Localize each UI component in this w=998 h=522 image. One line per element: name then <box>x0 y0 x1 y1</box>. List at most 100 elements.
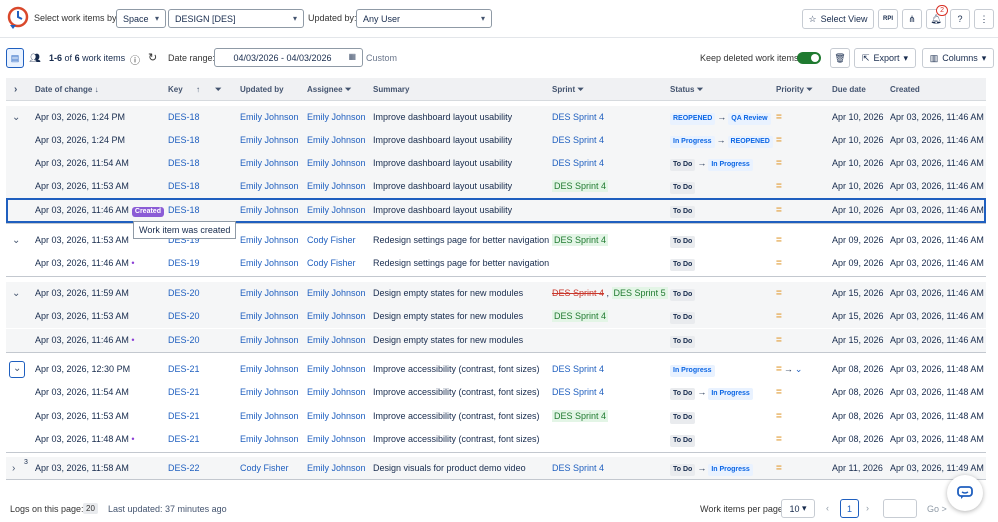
group-view-button[interactable]: 👥︎ <box>26 48 44 68</box>
assignee-link[interactable]: Emily Johnson <box>307 106 366 129</box>
sprint-link[interactable]: DES Sprint 4 <box>552 310 609 322</box>
col-due-date[interactable]: Due date <box>832 78 866 101</box>
table-row[interactable]: ⌄ Apr 03, 2026, 11:59 AM DES-20 Emily Johns… <box>6 282 986 305</box>
updated-by-link[interactable]: Emily Johnson <box>240 329 299 352</box>
table-row[interactable]: ⌄ Apr 03, 2026, 12:30 PM DES-21 Emily Johns… <box>6 358 986 381</box>
user-select[interactable]: Any User ▾ <box>356 9 492 28</box>
space-select[interactable]: Space ▾ <box>116 9 166 28</box>
page-1-button[interactable]: 1 <box>840 499 859 518</box>
table-row[interactable]: Apr 03, 2026, 11:46 AM • DES-19 Emily John… <box>6 252 986 275</box>
table-row[interactable]: Apr 03, 2026, 11:53 AM DES-18 Emily Johnso… <box>6 175 986 198</box>
work-item-key-link[interactable]: DES-21 <box>168 405 200 428</box>
sprint-link[interactable]: DES Sprint 4 <box>552 410 609 422</box>
work-item-key-link[interactable]: DES-20 <box>168 329 200 352</box>
updated-by-link[interactable]: Emily Johnson <box>240 129 299 152</box>
assignee-link[interactable]: Emily Johnson <box>307 428 366 451</box>
work-item-key-link[interactable]: DES-21 <box>168 428 200 451</box>
sprint-link[interactable]: DES Sprint 4 <box>552 112 604 122</box>
table-row[interactable]: Apr 03, 2026, 11:54 AM DES-21 Emily Johnso… <box>6 381 986 404</box>
assignee-link[interactable]: Emily Johnson <box>307 358 366 381</box>
keep-deleted-toggle[interactable] <box>797 52 821 64</box>
help-button[interactable]: ? <box>950 9 970 29</box>
table-row[interactable]: ⌄ Apr 03, 2026, 1:24 PM DES-18 Emily Johnso… <box>6 106 986 129</box>
collapse-row-icon[interactable]: ⌄ <box>12 282 20 305</box>
refresh-icon[interactable]: ↻ <box>148 51 157 64</box>
go-button[interactable]: Go > <box>927 504 947 514</box>
assignee-link[interactable]: Emily Johnson <box>307 282 366 305</box>
table-row[interactable]: Apr 03, 2026, 11:54 AM DES-18 Emily Johnso… <box>6 152 986 175</box>
updated-by-link[interactable]: Emily Johnson <box>240 381 299 404</box>
prev-page-icon[interactable]: ‹ <box>826 503 829 513</box>
work-item-key-link[interactable]: DES-20 <box>168 282 200 305</box>
table-row[interactable]: Apr 03, 2026, 11:48 AM • DES-21 Emily John… <box>6 428 986 451</box>
select-view-button[interactable]: ☆ Select View <box>802 9 874 29</box>
col-priority[interactable]: Priority ⏷ <box>776 78 813 101</box>
goto-page-input[interactable] <box>883 499 917 518</box>
assignee-link[interactable]: Cody Fisher <box>307 229 356 252</box>
col-updated-by[interactable]: Updated by <box>240 78 284 101</box>
updated-by-link[interactable]: Emily Johnson <box>240 106 299 129</box>
table-row[interactable]: › 3 Apr 03, 2026, 11:58 AM DES-22 Cody Fishe… <box>6 457 986 480</box>
expand-row-icon[interactable]: › <box>12 457 15 480</box>
assignee-link[interactable]: Emily Johnson <box>307 305 366 328</box>
sprint-link[interactable]: DES Sprint 4 <box>552 135 604 145</box>
work-item-key-link[interactable]: DES-21 <box>168 381 200 404</box>
rpi-button[interactable]: RPI <box>878 9 898 29</box>
updated-by-link[interactable]: Emily Johnson <box>240 358 299 381</box>
work-item-key-link[interactable]: DES-19 <box>168 252 200 275</box>
col-created[interactable]: Created <box>890 78 920 101</box>
filter-icon[interactable]: ⏷ <box>215 78 221 101</box>
updated-by-link[interactable]: Emily Johnson <box>240 405 299 428</box>
updated-by-link[interactable]: Cody Fisher <box>240 457 289 480</box>
work-item-key-link[interactable]: DES-18 <box>168 152 200 175</box>
collapse-row-icon[interactable]: ⌄ <box>9 361 26 378</box>
sprint-link[interactable]: DES Sprint 4 <box>552 364 604 374</box>
chat-button[interactable] <box>947 475 983 511</box>
updated-by-link[interactable]: Emily Johnson <box>240 428 299 451</box>
col-key[interactable]: Key <box>168 78 183 101</box>
sprint-link[interactable]: DES Sprint 4 <box>552 180 609 192</box>
table-row[interactable]: Apr 03, 2026, 11:53 AM DES-20 Emily Johnso… <box>6 305 986 328</box>
assignee-link[interactable]: Cody Fisher <box>307 252 356 275</box>
sort-up-icon[interactable]: ↑ <box>196 78 200 101</box>
assignee-link[interactable]: Emily Johnson <box>307 405 366 428</box>
assignee-link[interactable]: Emily Johnson <box>307 329 366 352</box>
updated-by-link[interactable]: Emily Johnson <box>240 152 299 175</box>
updated-by-link[interactable]: Emily Johnson <box>240 229 299 252</box>
collapse-row-icon[interactable]: ⌄ <box>12 229 20 252</box>
sprint-link[interactable]: DES Sprint 4 <box>552 463 604 473</box>
table-row[interactable]: Apr 03, 2026, 1:24 PM DES-18 Emily Johnson… <box>6 129 986 152</box>
sprint-link[interactable]: DES Sprint 4 <box>552 234 609 246</box>
collapse-row-icon[interactable]: ⌄ <box>12 106 20 129</box>
table-row[interactable]: Apr 03, 2026, 11:46 AM • DES-20 Emily John… <box>6 329 986 352</box>
work-item-key-link[interactable]: DES-22 <box>168 457 200 480</box>
delete-button[interactable]: 🗑︎ <box>830 48 850 68</box>
date-range-input[interactable]: 04/03/2026 - 04/03/2026 ▦ <box>214 48 363 67</box>
assignee-link[interactable]: Emily Johnson <box>307 175 366 198</box>
work-item-key-link[interactable]: DES-20 <box>168 305 200 328</box>
more-button[interactable]: ⋮ <box>974 9 994 29</box>
work-item-key-link[interactable]: DES-21 <box>168 358 200 381</box>
col-sprint[interactable]: Sprint ⏷ <box>552 78 584 101</box>
updated-by-link[interactable]: Emily Johnson <box>240 305 299 328</box>
updated-by-link[interactable]: Emily Johnson <box>240 175 299 198</box>
assignee-link[interactable]: Emily Johnson <box>307 457 366 480</box>
next-page-icon[interactable]: › <box>866 503 869 513</box>
sprint-link[interactable]: DES Sprint 4 <box>552 387 604 397</box>
work-item-key-link[interactable]: DES-18 <box>168 175 200 198</box>
work-item-key-link[interactable]: DES-18 <box>168 106 200 129</box>
table-row[interactable]: Apr 03, 2026, 11:53 AM DES-21 Emily Johnso… <box>6 405 986 428</box>
notifications-button[interactable]: 🔔︎ 2 <box>926 5 948 29</box>
updated-by-link[interactable]: Emily Johnson <box>240 252 299 275</box>
updated-by-link[interactable]: Emily Johnson <box>240 282 299 305</box>
col-assignee[interactable]: Assignee ⏷ <box>307 78 351 101</box>
work-item-key-link[interactable]: DES-18 <box>168 129 200 152</box>
col-status[interactable]: Status ⏷ <box>670 78 703 101</box>
export-button[interactable]: ⇱ Export ▾ <box>854 48 916 68</box>
sprint-link[interactable]: DES Sprint 4 <box>552 158 604 168</box>
project-select[interactable]: DESIGN [DES] ▾ <box>168 9 304 28</box>
assignee-link[interactable]: Emily Johnson <box>307 129 366 152</box>
expand-all-icon[interactable]: › <box>14 78 17 101</box>
info-icon[interactable]: ⓘ <box>130 52 140 67</box>
assignee-link[interactable]: Emily Johnson <box>307 381 366 404</box>
